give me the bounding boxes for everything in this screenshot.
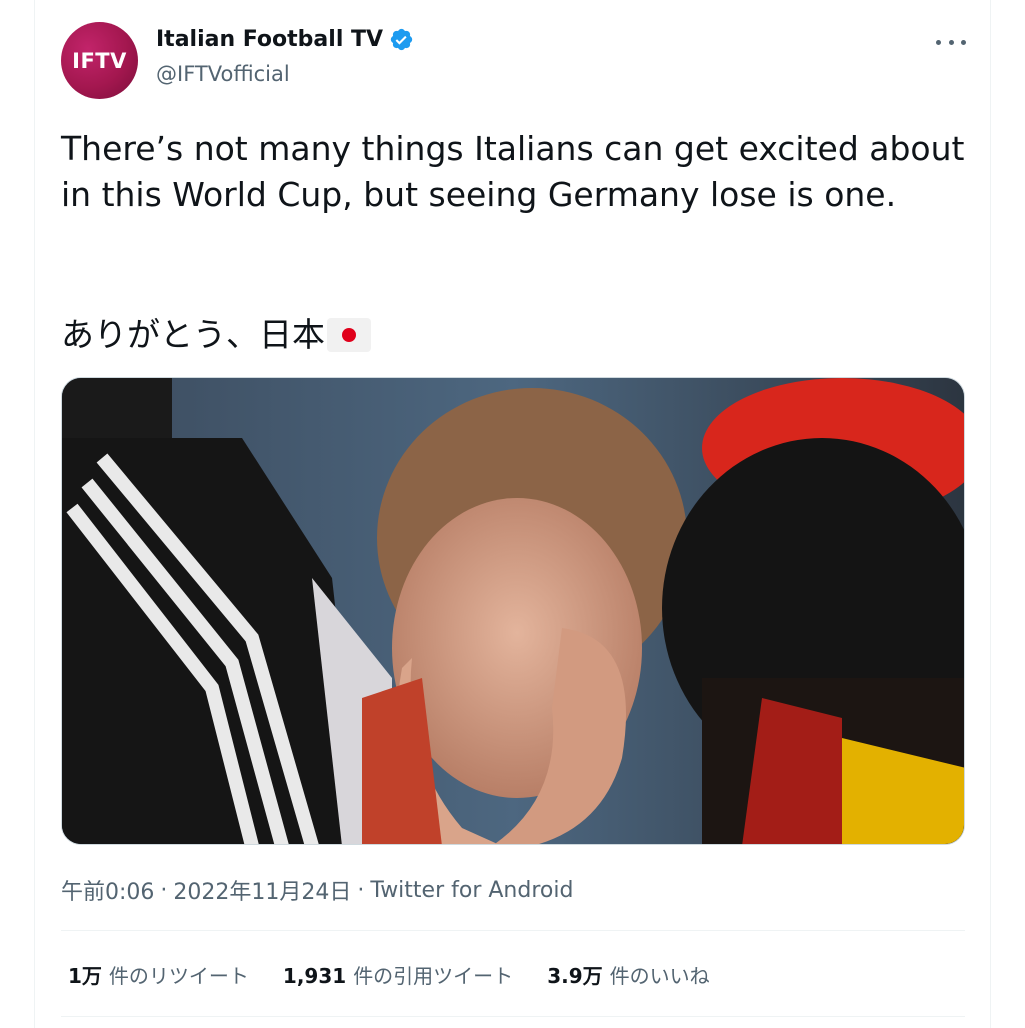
author-name[interactable]: Italian Football TV	[156, 27, 383, 52]
avatar-logo-text: IFTV	[72, 48, 127, 73]
more-options-icon[interactable]	[936, 30, 966, 54]
quotes-stat[interactable]: 1,931 件の引用ツイート	[283, 960, 513, 989]
tweet-source[interactable]: Twitter for Android	[370, 878, 573, 903]
japan-flag-icon	[327, 318, 371, 352]
meta-separator: ·	[160, 877, 168, 903]
quotes-count: 1,931	[282, 964, 347, 988]
retweets-label: 件のリツイート	[108, 964, 249, 988]
tweet-time[interactable]: 午前0:06	[61, 874, 154, 906]
meta-separator: ·	[357, 877, 365, 903]
author-handle[interactable]: @IFTVofficial	[156, 62, 290, 86]
tweet-meta: 午前0:06 · 2022年11月24日 · Twitter for Andro…	[61, 874, 573, 906]
tweet-body: There’s not many things Italians can get…	[61, 129, 965, 214]
tweet-stats: 1万 件のリツイート 1,931 件の引用ツイート 3.9万 件のいいね	[68, 960, 744, 989]
tweet-text: There’s not many things Italians can get…	[61, 126, 966, 218]
avatar[interactable]: IFTV	[61, 22, 138, 99]
verified-badge-icon	[390, 28, 413, 51]
media-photo	[62, 378, 964, 844]
tweet-text-japanese: ありがとう、日本	[61, 312, 371, 358]
likes-count: 3.9万	[547, 964, 603, 988]
likes-label: 件のいいね	[609, 964, 710, 988]
author-name-row[interactable]: Italian Football TV	[156, 27, 414, 52]
tweet-date[interactable]: 2022年11月24日	[173, 874, 351, 906]
tweet-media-image[interactable]	[61, 377, 965, 845]
retweets-count: 1万	[68, 964, 102, 988]
likes-stat[interactable]: 3.9万 件のいいね	[547, 960, 709, 989]
divider	[61, 1016, 965, 1017]
tweet-japanese-text: ありがとう、日本	[61, 315, 325, 354]
divider	[61, 930, 965, 931]
quotes-label: 件の引用ツイート	[353, 964, 514, 988]
retweets-stat[interactable]: 1万 件のリツイート	[68, 960, 249, 989]
